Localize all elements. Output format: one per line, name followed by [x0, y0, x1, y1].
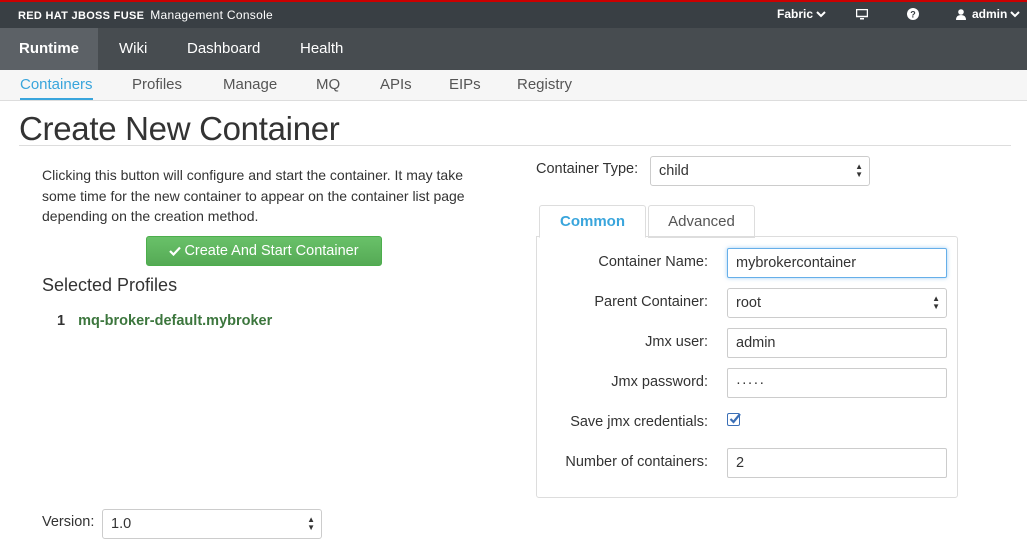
- check-icon: [169, 246, 182, 257]
- brand-name: RED HAT JBOSS FUSE: [18, 10, 145, 22]
- create-description: Clicking this button will configure and …: [42, 167, 465, 224]
- tab-common[interactable]: Common: [539, 205, 646, 238]
- title-divider: [19, 145, 1011, 146]
- check-icon: [729, 413, 741, 424]
- fabric-menu-label: Fabric: [777, 7, 814, 21]
- brand-logo[interactable]: RED HAT JBOSS FUSE Management Console: [18, 8, 273, 22]
- help-icon[interactable]: ?: [907, 8, 919, 20]
- save-jmx-credentials-checkbox[interactable]: [727, 413, 741, 426]
- page-title: Create New Container: [19, 110, 340, 147]
- tab-mq[interactable]: MQ: [316, 76, 340, 93]
- user-icon: [956, 8, 966, 20]
- tab-manage[interactable]: Manage: [223, 76, 277, 93]
- profile-index: 1: [57, 313, 66, 329]
- jmx-user-input[interactable]: admin: [727, 328, 947, 358]
- user-menu[interactable]: admin: [956, 7, 1021, 21]
- parent-container-select[interactable]: root ▲ ▼: [727, 288, 947, 318]
- parent-container-label: Parent Container:: [594, 294, 708, 310]
- chevron-down-icon: [1010, 11, 1021, 18]
- nav-dashboard[interactable]: Dashboard: [187, 28, 260, 70]
- console-name: Management Console: [150, 8, 274, 22]
- svg-text:?: ?: [910, 10, 916, 20]
- nav-wiki[interactable]: Wiki: [119, 28, 147, 70]
- container-type-select[interactable]: child ▲ ▼: [650, 156, 870, 186]
- monitor-icon[interactable]: [856, 9, 868, 20]
- container-type-label: Container Type:: [536, 161, 639, 177]
- parent-container-value: root: [736, 295, 761, 311]
- save-jmx-credentials-label: Save jmx credentials:: [570, 414, 708, 430]
- tab-advanced[interactable]: Advanced: [648, 205, 755, 238]
- container-type-value: child: [659, 163, 689, 179]
- primary-nav: Runtime Wiki Dashboard Health: [0, 28, 1027, 70]
- number-of-containers-input[interactable]: 2: [727, 448, 947, 478]
- tab-eips[interactable]: EIPs: [449, 76, 481, 93]
- number-of-containers-label: Number of containers:: [565, 454, 708, 470]
- fabric-menu[interactable]: Fabric: [777, 7, 826, 21]
- jmx-password-label: Jmx password:: [611, 374, 708, 390]
- chevron-down-icon: [816, 11, 826, 18]
- select-arrows-icon: ▲ ▼: [932, 294, 940, 311]
- container-name-label: Container Name:: [598, 254, 708, 270]
- create-and-start-button[interactable]: Create And Start Container: [146, 236, 382, 266]
- jmx-user-label: Jmx user:: [645, 334, 708, 350]
- list-item: 1 mq-broker-default.mybroker: [57, 313, 272, 329]
- version-value: 1.0: [111, 516, 132, 532]
- version-select[interactable]: 1.0 ▲ ▼: [102, 509, 322, 539]
- tab-registry[interactable]: Registry: [517, 76, 572, 93]
- tab-containers[interactable]: Containers: [20, 76, 93, 93]
- tab-apis[interactable]: APIs: [380, 76, 412, 93]
- top-bar: RED HAT JBOSS FUSE Management Console Fab…: [0, 0, 1027, 28]
- nav-health[interactable]: Health: [300, 28, 343, 70]
- create-and-start-label: Create And Start Container: [184, 243, 359, 259]
- nav-runtime[interactable]: Runtime: [0, 28, 98, 70]
- container-name-input[interactable]: mybrokercontainer: [727, 248, 947, 278]
- select-arrows-icon: ▲ ▼: [307, 515, 315, 532]
- profile-link[interactable]: mq-broker-default.mybroker: [78, 313, 272, 329]
- jmx-password-input[interactable]: ·····: [727, 368, 947, 398]
- active-tab-underline: [20, 98, 93, 100]
- version-label: Version:: [42, 514, 95, 530]
- tab-profiles[interactable]: Profiles: [132, 76, 182, 93]
- user-name: admin: [972, 7, 1008, 21]
- selected-profiles-heading: Selected Profiles: [42, 275, 178, 295]
- select-arrows-icon: ▲ ▼: [855, 162, 863, 179]
- secondary-nav: Containers Profiles Manage MQ APIs EIPs …: [0, 70, 1027, 101]
